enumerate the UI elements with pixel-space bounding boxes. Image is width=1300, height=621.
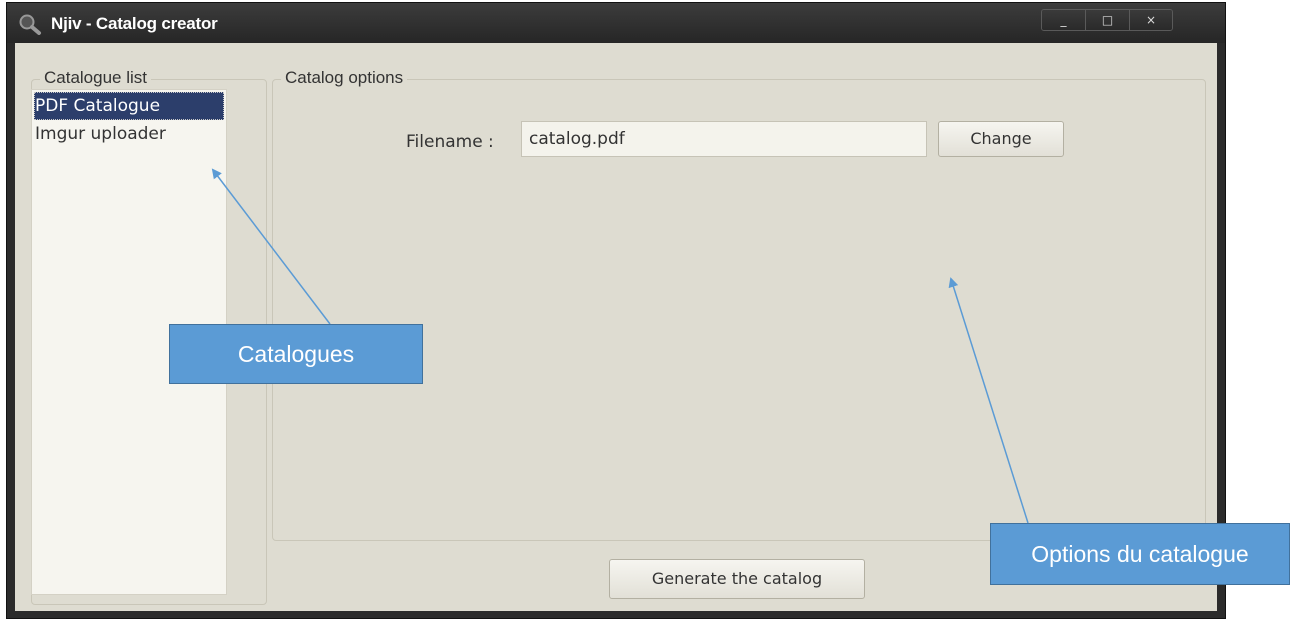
title-bar[interactable]: Njiv - Catalog creator _ □ × [7,3,1225,43]
change-button[interactable]: Change [938,121,1064,157]
list-item-pdf-catalogue[interactable]: PDF Catalogue [34,92,224,120]
magnifier-icon [19,14,41,35]
generate-catalog-button[interactable]: Generate the catalog [609,559,865,599]
catalogues-callout: Catalogues [169,324,423,384]
filename-input[interactable] [521,121,927,157]
list-item-imgur-uploader[interactable]: Imgur uploader [32,120,226,148]
maximize-button[interactable]: □ [1086,10,1130,30]
filename-label: Filename : [406,132,494,152]
minimize-button[interactable]: _ [1042,10,1086,30]
catalogue-list-title: Catalogue list [40,68,152,88]
options-callout: Options du catalogue [990,523,1290,585]
catalog-options-title: Catalog options [281,68,408,88]
window-controls: _ □ × [1041,9,1173,31]
window-title: Njiv - Catalog creator [51,14,218,33]
close-button[interactable]: × [1130,10,1172,30]
